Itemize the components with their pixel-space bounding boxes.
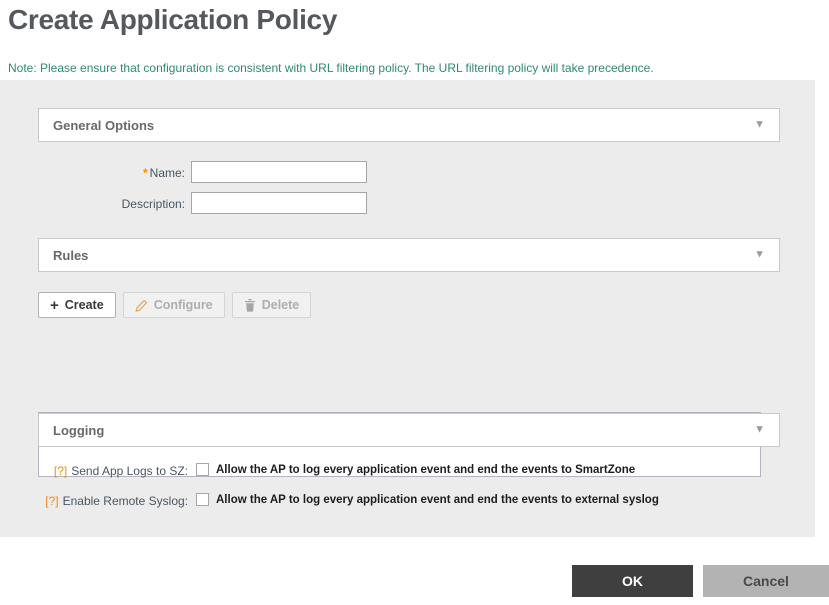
ok-button[interactable]: OK (572, 565, 693, 597)
delete-rule-button-label: Delete (261, 298, 300, 312)
help-icon[interactable]: [?] (54, 464, 67, 478)
enable-remote-syslog-label: [?] Enable Remote Syslog: (0, 494, 188, 508)
section-title-rules: Rules (53, 247, 89, 263)
rules-toolbar: + Create Configure Delete (38, 292, 312, 318)
name-label-text: Name: (149, 166, 185, 180)
section-header-logging[interactable]: Logging ▼ (38, 413, 780, 447)
section-title-logging: Logging (53, 422, 105, 438)
chevron-down-icon[interactable]: ▼ (754, 424, 765, 435)
enable-remote-syslog-label-text: Enable Remote Syslog: (62, 494, 188, 508)
section-header-general-options[interactable]: General Options ▼ (38, 108, 780, 142)
plus-icon: + (50, 296, 59, 314)
help-icon[interactable]: [?] (45, 494, 58, 508)
description-input[interactable] (191, 192, 367, 214)
send-app-logs-label-text: Send App Logs to SZ: (71, 464, 188, 478)
create-application-policy-dialog: Create Application Policy Note: Please e… (0, 0, 829, 605)
trash-icon (244, 298, 256, 312)
name-input[interactable] (191, 161, 367, 183)
required-asterisk: * (142, 166, 148, 180)
section-title-general-options: General Options (53, 117, 155, 133)
enable-remote-syslog-description: Allow the AP to log every application ev… (216, 494, 659, 506)
cancel-button[interactable]: Cancel (703, 565, 829, 597)
chevron-down-icon[interactable]: ▼ (754, 249, 765, 260)
url-filtering-note: Note: Please ensure that configuration i… (8, 61, 654, 75)
configure-rule-button[interactable]: Configure (122, 292, 225, 318)
page-title: Create Application Policy (8, 4, 338, 35)
create-rule-button-label: Create (64, 298, 104, 312)
send-app-logs-label: [?] Send App Logs to SZ: (0, 464, 188, 478)
enable-remote-syslog-checkbox[interactable] (196, 493, 209, 506)
pencil-icon (135, 299, 148, 312)
create-rule-button[interactable]: + Create (38, 292, 116, 318)
description-label: Description: (38, 197, 185, 211)
configure-rule-button-label: Configure (153, 298, 213, 312)
chevron-down-icon[interactable]: ▼ (754, 119, 765, 130)
name-label: * Name: (38, 166, 185, 180)
send-app-logs-checkbox[interactable] (196, 463, 209, 476)
form-panel: General Options ▼ * Name: Description: Ru… (0, 80, 815, 537)
send-app-logs-description: Allow the AP to log every application ev… (216, 464, 636, 476)
description-label-text: Description: (121, 197, 185, 211)
delete-rule-button[interactable]: Delete (231, 292, 312, 318)
section-header-rules[interactable]: Rules ▼ (38, 238, 780, 272)
